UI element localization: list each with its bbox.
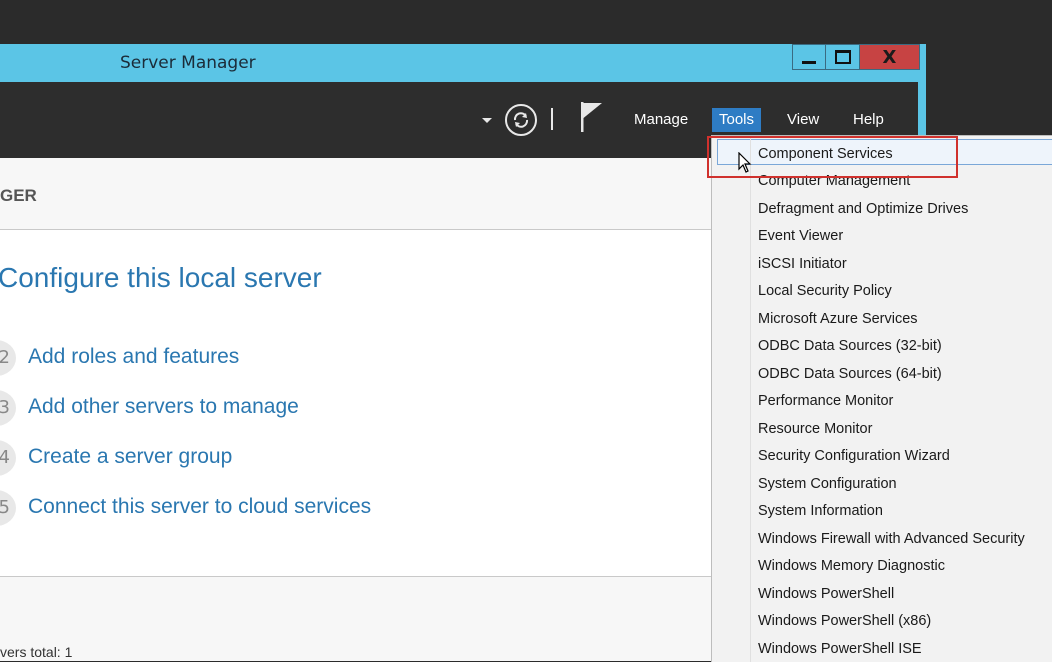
step-number: 4 [0,440,16,476]
menu-item-event-viewer[interactable]: Event Viewer [758,225,843,247]
toolbar-separator [551,108,553,130]
configure-local-server-link[interactable]: Configure this local server [0,262,322,294]
servers-total-label: vers total: 1 [0,644,73,660]
mouse-cursor-icon [738,152,752,173]
window-title: Server Manager [120,53,256,73]
menu-item-security-config-wizard[interactable]: Security Configuration Wizard [758,445,950,467]
main-content: GER Configure this local server 2 Add ro… [0,158,712,661]
breadcrumb: GER [0,186,37,205]
menu-item-system-information[interactable]: System Information [758,500,883,522]
menu-item-odbc-32[interactable]: ODBC Data Sources (32-bit) [758,335,942,357]
menu-item-local-security-policy[interactable]: Local Security Policy [758,280,892,302]
menu-item-powershell[interactable]: Windows PowerShell [758,583,894,605]
menu-tools[interactable]: Tools [712,108,762,132]
menu-item-system-configuration[interactable]: System Configuration [758,473,897,495]
menu-item-windows-firewall[interactable]: Windows Firewall with Advanced Security [758,528,1025,550]
notifications-button[interactable] [580,102,604,136]
menu-item-powershell-ise[interactable]: Windows PowerShell ISE [758,638,922,660]
step-number: 3 [0,390,16,426]
menu-icon-gutter [750,136,751,662]
navigation-dropdown-icon[interactable] [482,118,492,123]
add-servers-link[interactable]: Add other servers to manage [28,395,299,419]
refresh-icon [513,112,529,128]
create-group-link[interactable]: Create a server group [28,445,232,469]
menu-item-azure-services[interactable]: Microsoft Azure Services [758,308,918,330]
maximize-button[interactable] [826,44,860,70]
menu-item-powershell-x86[interactable]: Windows PowerShell (x86) [758,610,931,632]
menu-view[interactable]: View [780,108,826,132]
window-controls: X [792,44,920,72]
menu-item-defragment[interactable]: Defragment and Optimize Drives [758,198,968,220]
divider [0,576,712,577]
flag-icon [581,102,602,132]
quick-start-panel: Configure this local server 2 Add roles … [0,230,712,576]
tools-menu: Component Services Computer Management D… [711,135,1052,662]
step-number: 5 [0,490,16,526]
title-bar: Server Manager X [0,44,926,82]
close-button[interactable]: X [860,44,920,70]
menu-item-iscsi-initiator[interactable]: iSCSI Initiator [758,253,847,275]
connect-cloud-link[interactable]: Connect this server to cloud services [28,495,371,519]
menu-item-performance-monitor[interactable]: Performance Monitor [758,390,893,412]
menu-help[interactable]: Help [846,108,891,132]
maximize-icon [834,50,851,64]
minimize-icon [802,60,816,64]
window-frame-edge [918,82,926,142]
add-roles-link[interactable]: Add roles and features [28,345,239,369]
menu-manage[interactable]: Manage [627,108,695,132]
refresh-button[interactable] [505,104,537,136]
close-icon: X [882,46,897,68]
menu-item-memory-diagnostic[interactable]: Windows Memory Diagnostic [758,555,945,577]
menu-item-resource-monitor[interactable]: Resource Monitor [758,418,872,440]
menu-item-odbc-64[interactable]: ODBC Data Sources (64-bit) [758,363,942,385]
step-number: 2 [0,340,16,376]
minimize-button[interactable] [792,44,826,70]
